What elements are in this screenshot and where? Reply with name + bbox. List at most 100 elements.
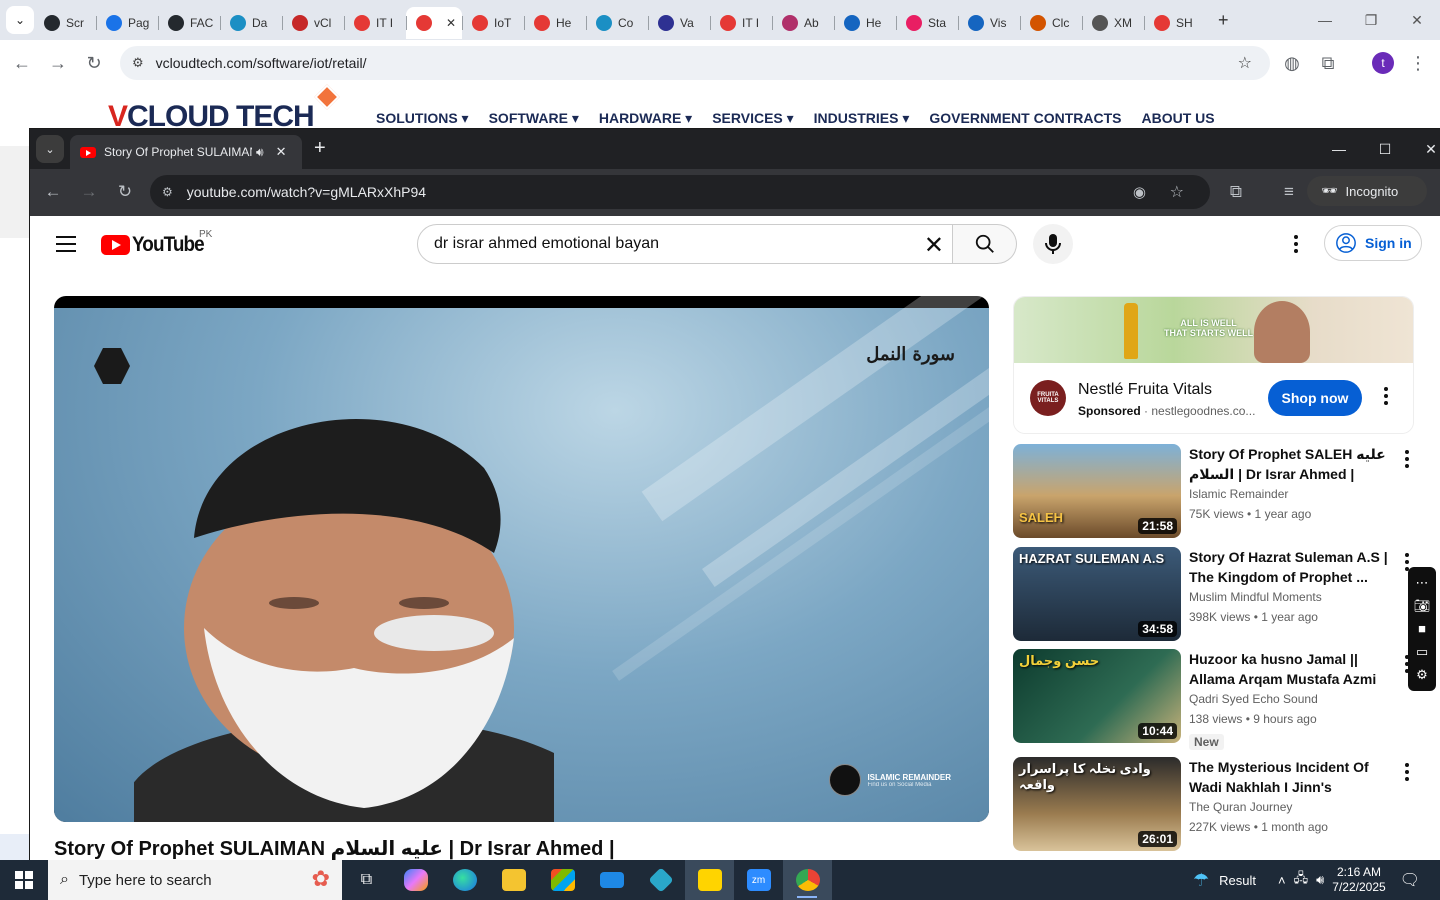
reload-icon[interactable]: ↻ [76,45,112,81]
browser-tab[interactable]: Da [220,7,282,39]
site-info-icon[interactable]: ⚙ [132,55,144,71]
taskbar-search-box[interactable]: ⌕ Type here to search ✿ [48,860,342,900]
incognito-indicator[interactable]: 🕶︎ Incognito [1307,176,1427,206]
incognito-address-bar[interactable]: ⚙ youtube.com/watch?v=gMLARxXhP94 ◉ ☆ [150,175,1210,209]
zoom-button[interactable]: zm [734,860,783,900]
copilot-button[interactable] [391,860,440,900]
browser-tab[interactable]: IT I [710,7,772,39]
browser-tab[interactable]: Sta [896,7,958,39]
search-button[interactable] [953,224,1017,264]
advertiser-name[interactable]: Nestlé Fruita Vitals [1078,381,1212,399]
youtube-logo[interactable]: YouTube PK [101,229,212,257]
menu-hamburger-icon[interactable] [56,236,76,257]
search-input[interactable]: dr israr ahmed emotional bayan ✕ [417,224,953,264]
related-video-title[interactable]: The Mysterious Incident Of Wadi Nakhlah … [1189,757,1389,797]
browser-tab[interactable]: XM [1082,7,1144,39]
browser-tab[interactable]: He [834,7,896,39]
tab-search-button[interactable]: ⌄ [6,6,34,34]
related-video-title[interactable]: Huzoor ka husno Jamal || Allama Arqam Mu… [1189,649,1389,689]
tab-close-icon[interactable]: ✕ [276,144,287,160]
site-nav-item[interactable]: ABOUT US [1142,110,1215,127]
site-nav-item[interactable]: SOFTWARE ▾ [489,110,579,127]
browser-tab[interactable]: IT I [344,7,406,39]
close-window-button[interactable]: ✕ [1394,0,1440,40]
advertiser-logo[interactable]: FRUITA VITALS [1030,380,1066,416]
video-player[interactable]: سورة النمل ISLAMIC REMAINDER Find us on S… [54,296,989,822]
notifications-icon[interactable]: 🗨︎ [1400,870,1420,890]
browser-tab[interactable]: Vis [958,7,1020,39]
related-video-title[interactable]: Story Of Hazrat Suleman A.S | The Kingdo… [1189,547,1389,587]
channel-name[interactable]: Islamic Remainder [1189,487,1288,501]
related-video-item[interactable]: حسن وجمال 10:44 Huzoor ka husno Jamal || A… [1013,649,1413,750]
video-more-options-icon[interactable] [1405,763,1409,781]
browser-tab[interactable]: Scr [34,7,96,39]
show-hidden-icons-icon[interactable]: ˄ [1278,873,1286,888]
network-icon[interactable]: 🖧︎ [1294,869,1309,891]
microsoft-store-button[interactable] [538,860,587,900]
task-view-button[interactable]: ⧉ [342,860,391,900]
shop-now-button[interactable]: Shop now [1268,380,1362,416]
channel-name[interactable]: Muslim Mindful Moments [1189,590,1322,604]
sign-in-button[interactable]: Sign in [1324,225,1422,261]
mail-button[interactable] [587,860,636,900]
minimize-button[interactable]: — [1316,129,1362,169]
translate-icon[interactable]: ◍ [1274,45,1310,81]
site-info-icon[interactable]: ⚙ [162,185,173,199]
channel-name[interactable]: The Quran Journey [1189,800,1292,814]
video-frame[interactable]: سورة النمل ISLAMIC REMAINDER Find us on S… [54,296,989,822]
browser-tab[interactable]: FAC [158,7,220,39]
media-controls-icon[interactable]: ≡ [1274,177,1304,207]
channel-name[interactable]: Qadri Syed Echo Sound [1189,692,1318,706]
file-explorer-button[interactable] [489,860,538,900]
browser-tab[interactable]: IoT [462,7,524,39]
related-video-item[interactable]: SALEH 21:58 Story Of Prophet SALEH عليه ال… [1013,444,1413,540]
site-nav-item[interactable]: GOVERNMENT CONTRACTS [929,110,1121,127]
vscode-like-button[interactable] [636,860,685,900]
browser-tab[interactable]: ✕ [406,7,462,39]
back-icon[interactable]: ← [38,177,68,207]
restore-button[interactable]: ❐ [1348,0,1394,40]
audio-playing-icon[interactable]: 🔊︎ [256,145,264,160]
tab-search-button[interactable]: ⌄ [36,135,64,163]
browser-tab[interactable]: SH [1144,7,1206,39]
outer-address-bar[interactable]: ⚙ vcloudtech.com/software/iot/retail/ ☆ [120,46,1270,80]
close-window-button[interactable]: ✕ [1408,129,1440,169]
settings-more-icon[interactable] [1286,232,1306,256]
forward-icon[interactable]: → [74,177,104,207]
related-video-item[interactable]: HAZRAT SULEMAN A.S 34:58 Story Of Hazrat S… [1013,547,1413,643]
site-nav-item[interactable]: SERVICES ▾ [712,110,793,127]
site-nav-item[interactable]: HARDWARE ▾ [599,110,692,127]
browser-tab[interactable]: Ab [772,7,834,39]
weather-label[interactable]: Result [1219,873,1256,888]
video-thumbnail[interactable]: SALEH 21:58 [1013,444,1181,538]
browser-tab[interactable]: He [524,7,586,39]
clear-search-icon[interactable]: ✕ [924,231,944,260]
back-icon[interactable]: ← [4,45,40,81]
ad-banner-image[interactable]: ALL IS WELL THAT STARTS WELL [1014,297,1413,363]
new-tab-button[interactable]: + [314,137,326,160]
edge-button[interactable] [440,860,489,900]
profile-avatar[interactable]: t [1372,52,1394,74]
browser-tab[interactable]: Co [586,7,648,39]
video-more-options-icon[interactable] [1405,450,1409,468]
video-thumbnail[interactable]: وادی نخلہ کا پراسرار واقعہ 26:01 [1013,757,1181,851]
browser-tab[interactable]: Va [648,7,710,39]
bookmark-star-icon[interactable]: ☆ [1238,53,1252,73]
gear-icon[interactable]: ⚙ [1416,667,1428,683]
reload-icon[interactable]: ↻ [110,177,140,207]
tab-close-icon[interactable]: ✕ [446,16,456,30]
bookmark-star-icon[interactable]: ☆ [1170,182,1184,202]
sponsored-ad[interactable]: ALL IS WELL THAT STARTS WELL FRUITA VITAL… [1013,296,1414,434]
site-nav-item[interactable]: SOLUTIONS ▾ [376,110,469,127]
youtube-tab[interactable]: Story Of Prophet SULAIMAN 🔊︎ ✕ [70,135,302,169]
tracking-protection-icon[interactable]: ◉ [1133,183,1146,201]
new-tab-button[interactable]: + [1218,10,1229,31]
browser-tab[interactable]: Clc [1020,7,1082,39]
maximize-button[interactable]: ☐ [1362,129,1408,169]
window-capture-icon[interactable]: ▭ [1416,644,1428,660]
related-video-title[interactable]: Story Of Prophet SALEH عليه السلام | Dr … [1189,444,1389,484]
volume-icon[interactable]: 🔊︎ [1316,872,1324,888]
forward-icon[interactable]: → [40,45,76,81]
extensions-icon[interactable]: ⧉ [1310,45,1346,81]
camera-icon[interactable]: 📷︎ [1414,598,1431,614]
